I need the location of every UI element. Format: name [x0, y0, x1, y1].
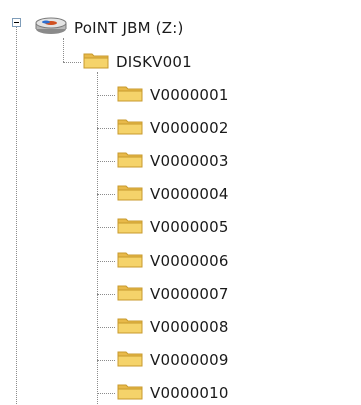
folder-icon [116, 116, 144, 140]
tree-guide-line [97, 227, 115, 228]
volume-label: V0000004 [150, 185, 229, 203]
folder-icon [116, 315, 144, 339]
folder-icon [116, 149, 144, 173]
collapse-toggle[interactable] [12, 18, 21, 27]
tree-item-volume[interactable]: V0000002 [116, 117, 229, 139]
tree-guide-line [97, 327, 115, 328]
volume-label: V0000010 [150, 384, 229, 402]
tree-guide-line [97, 72, 98, 404]
volume-label: V0000007 [150, 285, 229, 303]
folder-icon [116, 282, 144, 306]
tree-guide-line [97, 261, 115, 262]
tree-guide-line [63, 62, 81, 63]
tree-guide-line [97, 95, 115, 96]
folder-icon [116, 381, 144, 405]
tree-item-volume[interactable]: V0000010 [116, 382, 229, 404]
folder-icon [116, 182, 144, 206]
tree-item-volume[interactable]: V0000006 [116, 250, 229, 272]
tree-guide-line [97, 393, 115, 394]
volume-label: V0000005 [150, 218, 229, 236]
tree-guide-line [97, 161, 115, 162]
folder-tree: PoINT JBM (Z:) DISKV001 V0000001 V000000… [0, 0, 361, 404]
tree-item-disk[interactable]: DISKV001 [82, 51, 192, 73]
tree-item-volume[interactable]: V0000003 [116, 150, 229, 172]
tree-item-volume[interactable]: V0000005 [116, 216, 229, 238]
tree-item-volume[interactable]: V0000001 [116, 84, 229, 106]
tree-item-volume[interactable]: V0000008 [116, 316, 229, 338]
folder-icon [116, 249, 144, 273]
tree-guide-line [97, 194, 115, 195]
tree-item-volume[interactable]: V0000004 [116, 183, 229, 205]
volume-label: V0000002 [150, 119, 229, 137]
disk-label: DISKV001 [116, 53, 192, 71]
folder-icon [116, 83, 144, 107]
tree-guide-line [97, 360, 115, 361]
tree-guide-line [97, 294, 115, 295]
volume-label: V0000006 [150, 252, 229, 270]
volume-label: V0000001 [150, 86, 229, 104]
volume-label: V0000009 [150, 351, 229, 369]
folder-icon [116, 215, 144, 239]
tree-item-volume[interactable]: V0000009 [116, 349, 229, 371]
volume-label: V0000003 [150, 152, 229, 170]
folder-icon [116, 348, 144, 372]
drive-label: PoINT JBM (Z:) [74, 19, 184, 37]
tree-guide-line [97, 128, 115, 129]
tree-guide-line [63, 38, 64, 62]
folder-icon [82, 50, 110, 74]
network-drive-icon [34, 15, 68, 41]
tree-item-drive[interactable]: PoINT JBM (Z:) [34, 17, 184, 39]
volume-label: V0000008 [150, 318, 229, 336]
tree-guide-line [16, 27, 17, 404]
tree-item-volume[interactable]: V0000007 [116, 283, 229, 305]
